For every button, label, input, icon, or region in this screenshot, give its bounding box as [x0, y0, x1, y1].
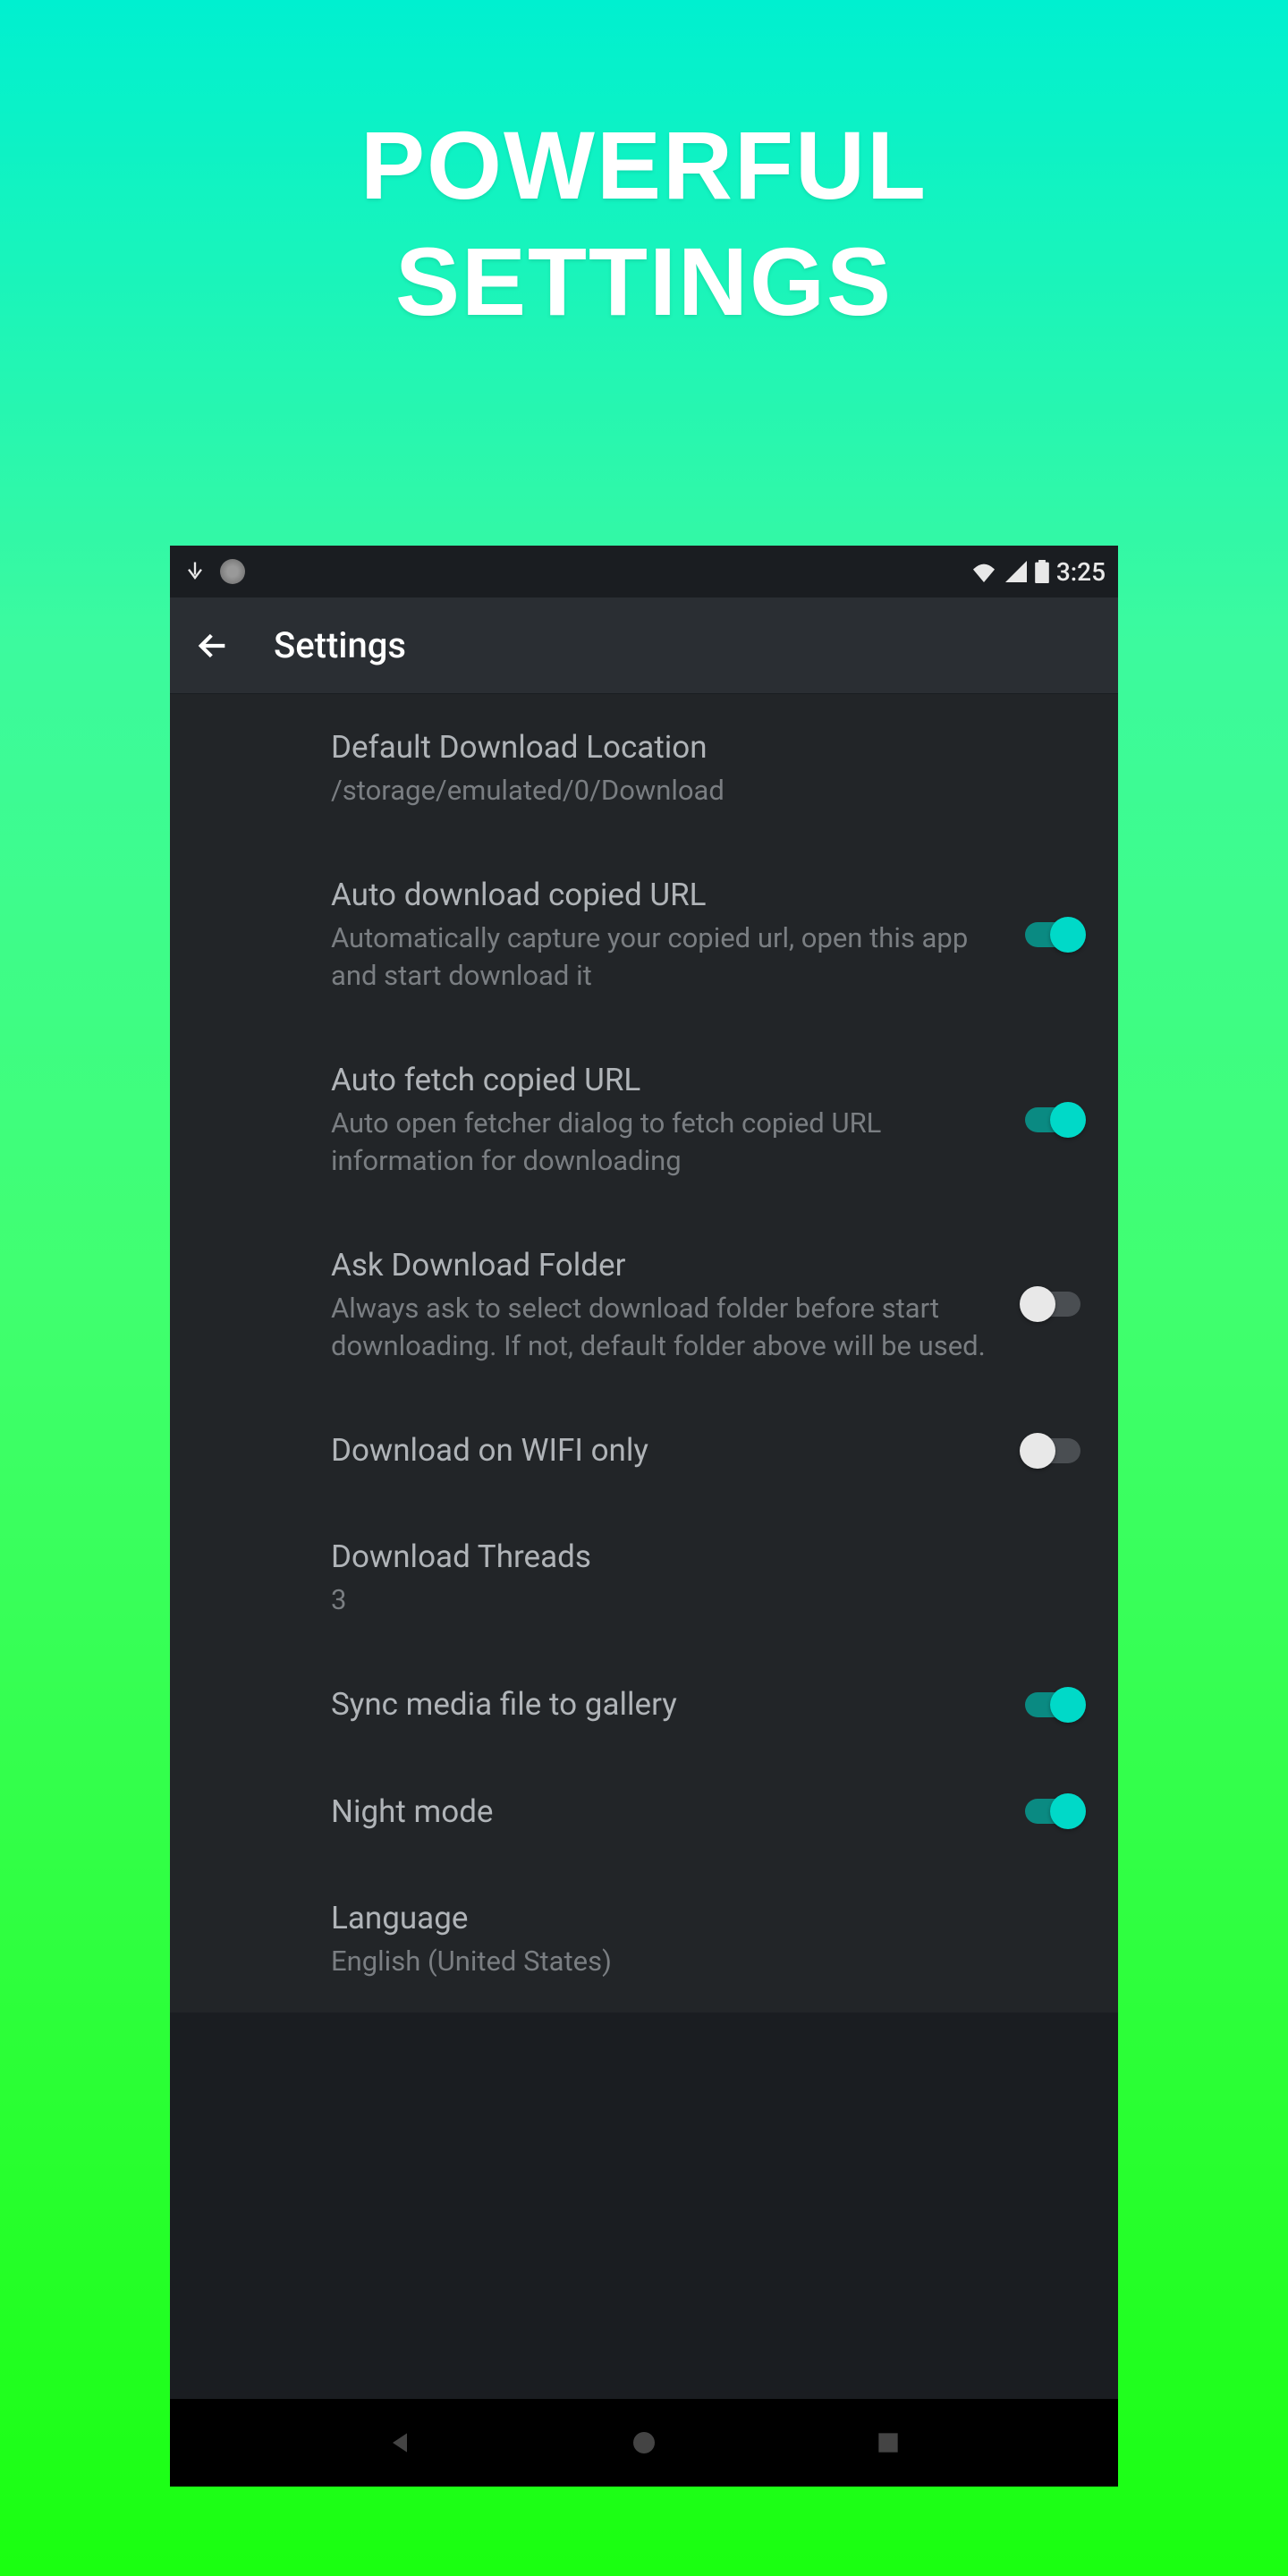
- setting-subtitle: Always ask to select download folder bef…: [331, 1290, 998, 1365]
- setting-title: Language: [331, 1897, 1064, 1939]
- setting-value: English (United States): [331, 1943, 1064, 1980]
- setting-subtitle: Auto open fetcher dialog to fetch copied…: [331, 1105, 998, 1180]
- status-bar: 3:25: [170, 546, 1118, 597]
- setting-night-mode[interactable]: Night mode: [170, 1758, 1118, 1865]
- setting-title: Download on WIFI only: [331, 1429, 998, 1471]
- setting-ask-folder[interactable]: Ask Download Folder Always ask to select…: [170, 1212, 1118, 1397]
- wifi-icon: [970, 561, 997, 582]
- back-arrow-icon[interactable]: [195, 628, 231, 664]
- setting-title: Download Threads: [331, 1536, 1064, 1578]
- toggle-sync-gallery[interactable]: [1020, 1687, 1086, 1723]
- page-title: Settings: [274, 624, 406, 666]
- setting-title: Ask Download Folder: [331, 1244, 998, 1286]
- setting-title: Sync media file to gallery: [331, 1683, 998, 1725]
- setting-language[interactable]: Language English (United States): [170, 1865, 1118, 2012]
- setting-title: Auto fetch copied URL: [331, 1059, 998, 1101]
- download-indicator-icon: [182, 559, 208, 584]
- battery-icon: [1035, 560, 1049, 583]
- setting-value: /storage/emulated/0/Download: [331, 772, 1064, 809]
- toggle-night-mode[interactable]: [1020, 1793, 1086, 1829]
- setting-title: Night mode: [331, 1791, 998, 1833]
- loading-indicator-icon: [220, 559, 245, 584]
- status-right: 3:25: [970, 557, 1106, 587]
- nav-home-icon[interactable]: [626, 2428, 662, 2457]
- promo-line2: SETTINGS: [0, 224, 1288, 340]
- phone-screen: 3:25 Settings Default Download Location …: [170, 546, 1118, 2487]
- status-left: [182, 559, 245, 584]
- toggle-wifi-only[interactable]: [1020, 1433, 1086, 1469]
- toggle-auto-download[interactable]: [1020, 917, 1086, 953]
- setting-threads[interactable]: Download Threads 3: [170, 1504, 1118, 1651]
- setting-subtitle: Automatically capture your copied url, o…: [331, 919, 998, 995]
- setting-title: Auto download copied URL: [331, 874, 998, 916]
- nav-recent-icon[interactable]: [870, 2428, 906, 2457]
- nav-back-icon[interactable]: [382, 2428, 418, 2457]
- toggle-auto-fetch[interactable]: [1020, 1102, 1086, 1138]
- promo-heading: POWERFUL SETTINGS: [0, 0, 1288, 339]
- setting-auto-download[interactable]: Auto download copied URL Automatically c…: [170, 842, 1118, 1027]
- setting-auto-fetch[interactable]: Auto fetch copied URL Auto open fetcher …: [170, 1027, 1118, 1212]
- cellular-icon: [1004, 561, 1028, 582]
- promo-line1: POWERFUL: [0, 107, 1288, 224]
- setting-default-location[interactable]: Default Download Location /storage/emula…: [170, 694, 1118, 842]
- status-time: 3:25: [1056, 557, 1106, 587]
- setting-value: 3: [331, 1581, 1064, 1619]
- setting-sync-gallery[interactable]: Sync media file to gallery: [170, 1651, 1118, 1758]
- navigation-bar: [170, 2399, 1118, 2487]
- setting-title: Default Download Location: [331, 726, 1064, 768]
- toggle-ask-folder[interactable]: [1020, 1286, 1086, 1322]
- setting-wifi-only[interactable]: Download on WIFI only: [170, 1397, 1118, 1504]
- app-bar: Settings: [170, 597, 1118, 694]
- settings-list: Default Download Location /storage/emula…: [170, 694, 1118, 2012]
